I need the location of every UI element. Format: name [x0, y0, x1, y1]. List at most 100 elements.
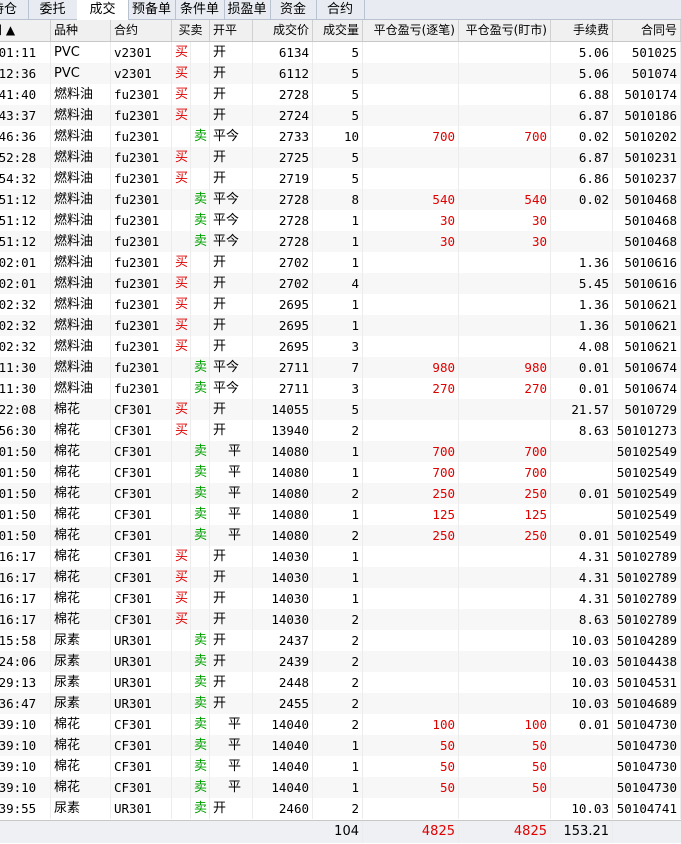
col-header-price[interactable]: 成交价: [253, 20, 313, 41]
table-row[interactable]: 13:39:55尿素UR301 卖开24602 10.0350104741: [0, 798, 681, 819]
tab-6[interactable]: 资金: [270, 0, 317, 19]
cell-buy: 买: [172, 609, 191, 630]
cell-order-id: 50102789: [613, 546, 681, 567]
tab-5[interactable]: 损盈单: [224, 0, 271, 19]
cell-pnl-mark: [459, 651, 551, 672]
cell-open-close: 平: [210, 756, 253, 777]
table-row[interactable]: 13:24:06尿素UR301 卖开24392 10.0350104438: [0, 651, 681, 672]
cell-time: 13:24:06: [0, 651, 51, 672]
tab-0[interactable]: 持仓: [0, 0, 29, 19]
cell-contract: CF301: [111, 609, 172, 630]
cell-fee: [551, 756, 613, 777]
cell-pnl-mark: [459, 567, 551, 588]
table-row[interactable]: 11:01:50棉花CF301卖平14080170070050102549: [0, 462, 681, 483]
table-row[interactable]: 11:01:50棉花CF301卖平14080170070050102549: [0, 441, 681, 462]
tab-1[interactable]: 委托: [28, 0, 78, 19]
col-header-volume[interactable]: 成交量: [313, 20, 363, 41]
table-row[interactable]: 13:16:17棉花CF301买开140301 4.3150102789: [0, 546, 681, 567]
cell-open-close: 开: [210, 798, 253, 819]
cell-price: 2733: [253, 126, 313, 147]
table-row[interactable]: 10:02:32燃料油fu2301买开26951 1.365010621: [0, 294, 681, 315]
table-row[interactable]: 10:02:32燃料油fu2301买开26951 1.365010621: [0, 315, 681, 336]
table-row[interactable]: 09:46:36燃料油fu2301卖平今2733107007000.025010…: [0, 126, 681, 147]
cell-pnl-trade: 540: [363, 189, 459, 210]
table-row[interactable]: 13:29:13尿素UR301 卖开24482 10.0350104531: [0, 672, 681, 693]
table-row[interactable]: 10:02:32燃料油fu2301买开26953 4.085010621: [0, 336, 681, 357]
cell-volume: 2: [313, 693, 363, 714]
cell-time: 11:01:50: [0, 504, 51, 525]
table-row[interactable]: 10:11:30燃料油fu2301卖平今271132702700.0150106…: [0, 378, 681, 399]
table-row[interactable]: 09:51:12燃料油fu2301卖平今2728130305010468: [0, 231, 681, 252]
cell-volume: 1: [313, 777, 363, 798]
cell-volume: 1: [313, 756, 363, 777]
col-header-contract[interactable]: 合约: [111, 20, 172, 41]
cell-time: 09:54:32: [0, 168, 51, 189]
col-header-order-id[interactable]: 合同号: [613, 20, 681, 41]
col-header-open-close[interactable]: 开平: [210, 20, 253, 41]
table-row[interactable]: 09:43:37燃料油fu2301买开27245 6.875010186: [0, 105, 681, 126]
cell-sell: 卖: [191, 378, 210, 399]
cell-volume: 1: [313, 315, 363, 336]
tab-3[interactable]: 预备单: [128, 0, 176, 19]
cell-volume: 3: [313, 378, 363, 399]
table-row[interactable]: 11:01:50棉花CF301卖平1408022502500.015010254…: [0, 483, 681, 504]
col-header-side[interactable]: 买卖: [172, 20, 210, 41]
table-row[interactable]: 09:51:12燃料油fu2301卖平今272885405400.0250104…: [0, 189, 681, 210]
table-row[interactable]: 13:16:17棉花CF301买开140301 4.3150102789: [0, 588, 681, 609]
cell-product: 棉花: [51, 399, 111, 420]
table-row[interactable]: 10:56:30棉花CF301买开139402 8.6350101273: [0, 420, 681, 441]
table-row[interactable]: 13:39:10棉花CF301卖平140401505050104730: [0, 735, 681, 756]
cell-fee: [551, 777, 613, 798]
cell-volume: 2: [313, 672, 363, 693]
table-row[interactable]: 10:22:08棉花CF301买开140555 21.575010729: [0, 399, 681, 420]
table-row[interactable]: 13:36:47尿素UR301 卖开24552 10.0350104689: [0, 693, 681, 714]
table-row[interactable]: 09:12:36PVCv2301买开61125 5.06501074: [0, 63, 681, 84]
cell-volume: 1: [313, 231, 363, 252]
table-row[interactable]: 10:02:01燃料油fu2301买开27024 5.455010616: [0, 273, 681, 294]
table-row[interactable]: 09:54:32燃料油fu2301买开27195 6.865010237: [0, 168, 681, 189]
cell-open-close: 平: [210, 483, 253, 504]
cell-order-id: 5010621: [613, 315, 681, 336]
table-row[interactable]: 10:11:30燃料油fu2301卖平今271179809800.0150106…: [0, 357, 681, 378]
col-header-pnl-mark[interactable]: 平仓盈亏(盯市): [459, 20, 551, 41]
table-row[interactable]: 13:39:10棉花CF301卖平1404021001000.015010473…: [0, 714, 681, 735]
cell-pnl-trade: [363, 798, 459, 819]
table-row[interactable]: 09:41:40燃料油fu2301买开27285 6.885010174: [0, 84, 681, 105]
col-header-fee[interactable]: 手续费: [551, 20, 613, 41]
cell-order-id: 50104289: [613, 630, 681, 651]
tab-2[interactable]: 成交: [77, 0, 129, 20]
cell-fee: 4.31: [551, 567, 613, 588]
table-row[interactable]: 11:01:50棉花CF301卖平14080112512550102549: [0, 504, 681, 525]
table-row[interactable]: 13:16:17棉花CF301买开140301 4.3150102789: [0, 567, 681, 588]
table-row[interactable]: 09:51:12燃料油fu2301卖平今2728130305010468: [0, 210, 681, 231]
table-row[interactable]: 13:39:10棉花CF301卖平140401505050104730: [0, 777, 681, 798]
cell-price: 14030: [253, 567, 313, 588]
cell-fee: [551, 504, 613, 525]
cell-sell: [191, 273, 210, 294]
cell-buy: 买: [172, 273, 191, 294]
table-row[interactable]: 09:01:11PVCv2301买开61345 5.06501025: [0, 42, 681, 63]
table-row[interactable]: 13:15:58尿素UR301 卖开24372 10.0350104289: [0, 630, 681, 651]
cell-time: 10:02:01: [0, 273, 51, 294]
col-header-pnl-trade[interactable]: 平仓盈亏(逐笔): [363, 20, 459, 41]
cell-order-id: 50102549: [613, 462, 681, 483]
cell-pnl-trade: [363, 567, 459, 588]
table-row[interactable]: 11:01:50棉花CF301卖平1408022502500.015010254…: [0, 525, 681, 546]
cell-buy: 买: [172, 168, 191, 189]
col-header-time[interactable]: 时间 ▲: [0, 20, 51, 41]
cell-contract: UR301: [111, 798, 172, 819]
tab-4[interactable]: 条件单: [175, 0, 225, 19]
tab-7[interactable]: 合约: [316, 0, 365, 19]
cell-fee: 0.02: [551, 189, 613, 210]
cell-contract: UR301: [111, 693, 172, 714]
cell-price: 2439: [253, 651, 313, 672]
table-row[interactable]: 13:16:17棉花CF301买开140302 8.6350102789: [0, 609, 681, 630]
cell-order-id: 50104730: [613, 735, 681, 756]
table-row[interactable]: 10:02:01燃料油fu2301买开27021 1.365010616: [0, 252, 681, 273]
cell-product: 尿素: [51, 798, 111, 819]
table-row[interactable]: 13:39:10棉花CF301卖平140401505050104730: [0, 756, 681, 777]
cell-contract: UR301: [111, 651, 172, 672]
table-row[interactable]: 09:52:28燃料油fu2301买开27255 6.875010231: [0, 147, 681, 168]
cell-open-close: 开: [210, 273, 253, 294]
col-header-product[interactable]: 品种: [51, 20, 111, 41]
